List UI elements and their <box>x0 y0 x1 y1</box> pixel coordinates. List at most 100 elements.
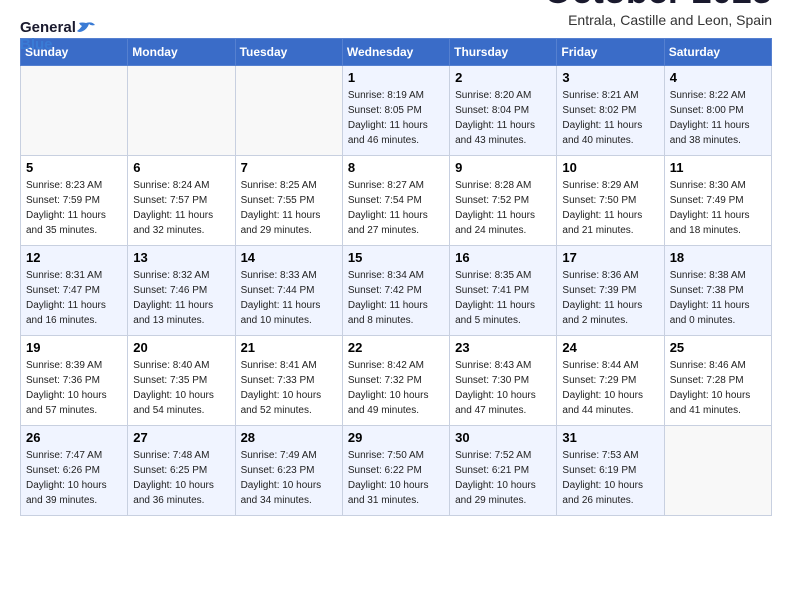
day-info: Sunrise: 8:38 AM Sunset: 7:38 PM Dayligh… <box>670 268 766 328</box>
calendar-cell: 30 Sunrise: 7:52 AM Sunset: 6:21 PM Dayl… <box>450 426 557 516</box>
day-info: Sunrise: 8:25 AM Sunset: 7:55 PM Dayligh… <box>241 178 337 238</box>
calendar-week-row: 12 Sunrise: 8:31 AM Sunset: 7:47 PM Dayl… <box>21 246 772 336</box>
calendar-cell: 7 Sunrise: 8:25 AM Sunset: 7:55 PM Dayli… <box>235 156 342 246</box>
calendar-cell: 28 Sunrise: 7:49 AM Sunset: 6:23 PM Dayl… <box>235 426 342 516</box>
calendar-header-row: Sunday Monday Tuesday Wednesday Thursday… <box>21 39 772 66</box>
day-number: 8 <box>348 160 444 175</box>
day-number: 30 <box>455 430 551 445</box>
calendar-cell: 16 Sunrise: 8:35 AM Sunset: 7:41 PM Dayl… <box>450 246 557 336</box>
calendar-cell: 31 Sunrise: 7:53 AM Sunset: 6:19 PM Dayl… <box>557 426 664 516</box>
logo-blue: Blue <box>20 37 95 54</box>
calendar-cell <box>128 66 235 156</box>
calendar-cell: 12 Sunrise: 8:31 AM Sunset: 7:47 PM Dayl… <box>21 246 128 336</box>
calendar-week-row: 1 Sunrise: 8:19 AM Sunset: 8:05 PM Dayli… <box>21 66 772 156</box>
location-subtitle: Entrala, Castille and Leon, Spain <box>544 12 772 28</box>
day-info: Sunrise: 8:24 AM Sunset: 7:57 PM Dayligh… <box>133 178 229 238</box>
calendar-week-row: 26 Sunrise: 7:47 AM Sunset: 6:26 PM Dayl… <box>21 426 772 516</box>
calendar-cell: 17 Sunrise: 8:36 AM Sunset: 7:39 PM Dayl… <box>557 246 664 336</box>
day-number: 20 <box>133 340 229 355</box>
month-year-title: October 2025 <box>544 0 772 12</box>
header-tuesday: Tuesday <box>235 39 342 66</box>
day-number: 17 <box>562 250 658 265</box>
day-info: Sunrise: 8:20 AM Sunset: 8:04 PM Dayligh… <box>455 88 551 148</box>
day-info: Sunrise: 8:34 AM Sunset: 7:42 PM Dayligh… <box>348 268 444 328</box>
calendar-cell: 15 Sunrise: 8:34 AM Sunset: 7:42 PM Dayl… <box>342 246 449 336</box>
day-info: Sunrise: 7:48 AM Sunset: 6:25 PM Dayligh… <box>133 448 229 508</box>
calendar-cell: 14 Sunrise: 8:33 AM Sunset: 7:44 PM Dayl… <box>235 246 342 336</box>
day-info: Sunrise: 8:33 AM Sunset: 7:44 PM Dayligh… <box>241 268 337 328</box>
day-number: 13 <box>133 250 229 265</box>
day-number: 12 <box>26 250 122 265</box>
calendar-cell: 13 Sunrise: 8:32 AM Sunset: 7:46 PM Dayl… <box>128 246 235 336</box>
day-info: Sunrise: 7:53 AM Sunset: 6:19 PM Dayligh… <box>562 448 658 508</box>
day-info: Sunrise: 8:27 AM Sunset: 7:54 PM Dayligh… <box>348 178 444 238</box>
day-number: 28 <box>241 430 337 445</box>
day-number: 22 <box>348 340 444 355</box>
calendar-cell: 11 Sunrise: 8:30 AM Sunset: 7:49 PM Dayl… <box>664 156 771 246</box>
calendar-cell: 3 Sunrise: 8:21 AM Sunset: 8:02 PM Dayli… <box>557 66 664 156</box>
calendar-cell: 23 Sunrise: 8:43 AM Sunset: 7:30 PM Dayl… <box>450 336 557 426</box>
calendar-cell: 19 Sunrise: 8:39 AM Sunset: 7:36 PM Dayl… <box>21 336 128 426</box>
calendar-cell: 6 Sunrise: 8:24 AM Sunset: 7:57 PM Dayli… <box>128 156 235 246</box>
day-number: 19 <box>26 340 122 355</box>
calendar-cell: 20 Sunrise: 8:40 AM Sunset: 7:35 PM Dayl… <box>128 336 235 426</box>
day-info: Sunrise: 7:49 AM Sunset: 6:23 PM Dayligh… <box>241 448 337 508</box>
day-info: Sunrise: 7:50 AM Sunset: 6:22 PM Dayligh… <box>348 448 444 508</box>
day-info: Sunrise: 8:28 AM Sunset: 7:52 PM Dayligh… <box>455 178 551 238</box>
day-number: 1 <box>348 70 444 85</box>
day-number: 9 <box>455 160 551 175</box>
day-info: Sunrise: 7:52 AM Sunset: 6:21 PM Dayligh… <box>455 448 551 508</box>
day-info: Sunrise: 8:32 AM Sunset: 7:46 PM Dayligh… <box>133 268 229 328</box>
header-monday: Monday <box>128 39 235 66</box>
calendar-cell: 24 Sunrise: 8:44 AM Sunset: 7:29 PM Dayl… <box>557 336 664 426</box>
calendar-cell: 4 Sunrise: 8:22 AM Sunset: 8:00 PM Dayli… <box>664 66 771 156</box>
day-number: 27 <box>133 430 229 445</box>
calendar-cell: 25 Sunrise: 8:46 AM Sunset: 7:28 PM Dayl… <box>664 336 771 426</box>
day-info: Sunrise: 7:47 AM Sunset: 6:26 PM Dayligh… <box>26 448 122 508</box>
day-number: 5 <box>26 160 122 175</box>
day-number: 10 <box>562 160 658 175</box>
calendar-cell: 5 Sunrise: 8:23 AM Sunset: 7:59 PM Dayli… <box>21 156 128 246</box>
header-wednesday: Wednesday <box>342 39 449 66</box>
calendar-week-row: 19 Sunrise: 8:39 AM Sunset: 7:36 PM Dayl… <box>21 336 772 426</box>
calendar-cell: 26 Sunrise: 7:47 AM Sunset: 6:26 PM Dayl… <box>21 426 128 516</box>
day-number: 29 <box>348 430 444 445</box>
day-number: 31 <box>562 430 658 445</box>
day-number: 21 <box>241 340 337 355</box>
day-info: Sunrise: 8:31 AM Sunset: 7:47 PM Dayligh… <box>26 268 122 328</box>
calendar-cell: 1 Sunrise: 8:19 AM Sunset: 8:05 PM Dayli… <box>342 66 449 156</box>
day-info: Sunrise: 8:40 AM Sunset: 7:35 PM Dayligh… <box>133 358 229 418</box>
logo-general: General <box>20 20 76 37</box>
calendar-cell <box>235 66 342 156</box>
calendar-cell: 21 Sunrise: 8:41 AM Sunset: 7:33 PM Dayl… <box>235 336 342 426</box>
day-info: Sunrise: 8:36 AM Sunset: 7:39 PM Dayligh… <box>562 268 658 328</box>
day-info: Sunrise: 8:44 AM Sunset: 7:29 PM Dayligh… <box>562 358 658 418</box>
day-info: Sunrise: 8:22 AM Sunset: 8:00 PM Dayligh… <box>670 88 766 148</box>
day-number: 18 <box>670 250 766 265</box>
day-info: Sunrise: 8:30 AM Sunset: 7:49 PM Dayligh… <box>670 178 766 238</box>
day-info: Sunrise: 8:19 AM Sunset: 8:05 PM Dayligh… <box>348 88 444 148</box>
day-info: Sunrise: 8:39 AM Sunset: 7:36 PM Dayligh… <box>26 358 122 418</box>
calendar-cell: 9 Sunrise: 8:28 AM Sunset: 7:52 PM Dayli… <box>450 156 557 246</box>
day-number: 23 <box>455 340 551 355</box>
day-number: 11 <box>670 160 766 175</box>
calendar-table: Sunday Monday Tuesday Wednesday Thursday… <box>20 38 772 516</box>
calendar-cell: 27 Sunrise: 7:48 AM Sunset: 6:25 PM Dayl… <box>128 426 235 516</box>
bird-icon <box>77 21 95 35</box>
day-number: 16 <box>455 250 551 265</box>
calendar-cell: 2 Sunrise: 8:20 AM Sunset: 8:04 PM Dayli… <box>450 66 557 156</box>
calendar-cell: 10 Sunrise: 8:29 AM Sunset: 7:50 PM Dayl… <box>557 156 664 246</box>
calendar-week-row: 5 Sunrise: 8:23 AM Sunset: 7:59 PM Dayli… <box>21 156 772 246</box>
calendar-cell: 8 Sunrise: 8:27 AM Sunset: 7:54 PM Dayli… <box>342 156 449 246</box>
header-thursday: Thursday <box>450 39 557 66</box>
day-info: Sunrise: 8:43 AM Sunset: 7:30 PM Dayligh… <box>455 358 551 418</box>
day-info: Sunrise: 8:29 AM Sunset: 7:50 PM Dayligh… <box>562 178 658 238</box>
day-number: 7 <box>241 160 337 175</box>
day-info: Sunrise: 8:46 AM Sunset: 7:28 PM Dayligh… <box>670 358 766 418</box>
calendar-cell <box>21 66 128 156</box>
day-info: Sunrise: 8:21 AM Sunset: 8:02 PM Dayligh… <box>562 88 658 148</box>
day-info: Sunrise: 8:35 AM Sunset: 7:41 PM Dayligh… <box>455 268 551 328</box>
day-number: 24 <box>562 340 658 355</box>
calendar-cell: 29 Sunrise: 7:50 AM Sunset: 6:22 PM Dayl… <box>342 426 449 516</box>
day-info: Sunrise: 8:23 AM Sunset: 7:59 PM Dayligh… <box>26 178 122 238</box>
